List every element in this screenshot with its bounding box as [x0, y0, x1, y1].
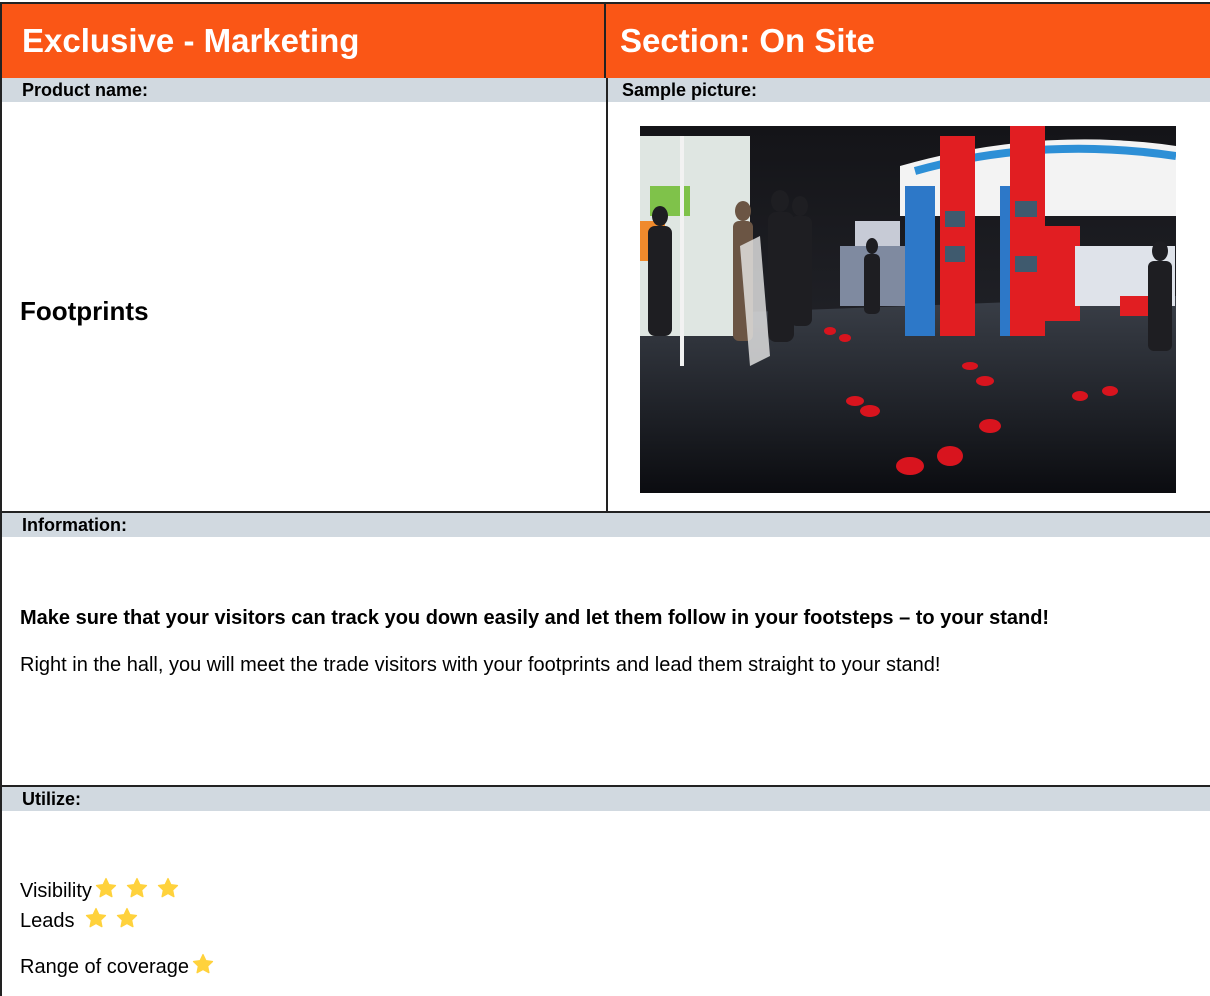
rating-stars [95, 877, 188, 905]
rating-label: Visibility [20, 879, 92, 902]
information-headline: Make sure that your visitors can track y… [20, 607, 1050, 629]
product-sheet: Exclusive - Marketing Section: On Site P… [0, 0, 1210, 996]
rating-range-of-coverage: Range of coverage [20, 953, 223, 981]
utilize-label: Utilize: [2, 787, 1210, 811]
left-border [0, 2, 2, 996]
rating-label: Range of coverage [20, 955, 190, 978]
product-name: Footprints [20, 296, 149, 326]
column-divider [606, 78, 608, 511]
star-icon [192, 953, 214, 974]
rating-leads: Leads [20, 907, 147, 935]
rating-label: Leads [20, 909, 75, 932]
rating-visibility: Visibility [20, 877, 188, 905]
star-icon [126, 877, 148, 898]
rating-stars [192, 953, 223, 981]
rating-stars [85, 907, 147, 935]
sample-picture [640, 126, 1176, 493]
header-title-right: Section: On Site [606, 2, 1210, 78]
star-icon [116, 907, 137, 928]
star-icon [95, 877, 117, 898]
information-body: Right in the hall, you will meet the tra… [20, 654, 941, 676]
product-name-label: Product name: [2, 78, 606, 102]
header-title-left: Exclusive - Marketing [0, 2, 606, 78]
star-icon [157, 877, 179, 898]
star-icon [85, 907, 106, 928]
sample-picture-label: Sample picture: [608, 78, 1210, 102]
information-label: Information: [2, 513, 1210, 537]
